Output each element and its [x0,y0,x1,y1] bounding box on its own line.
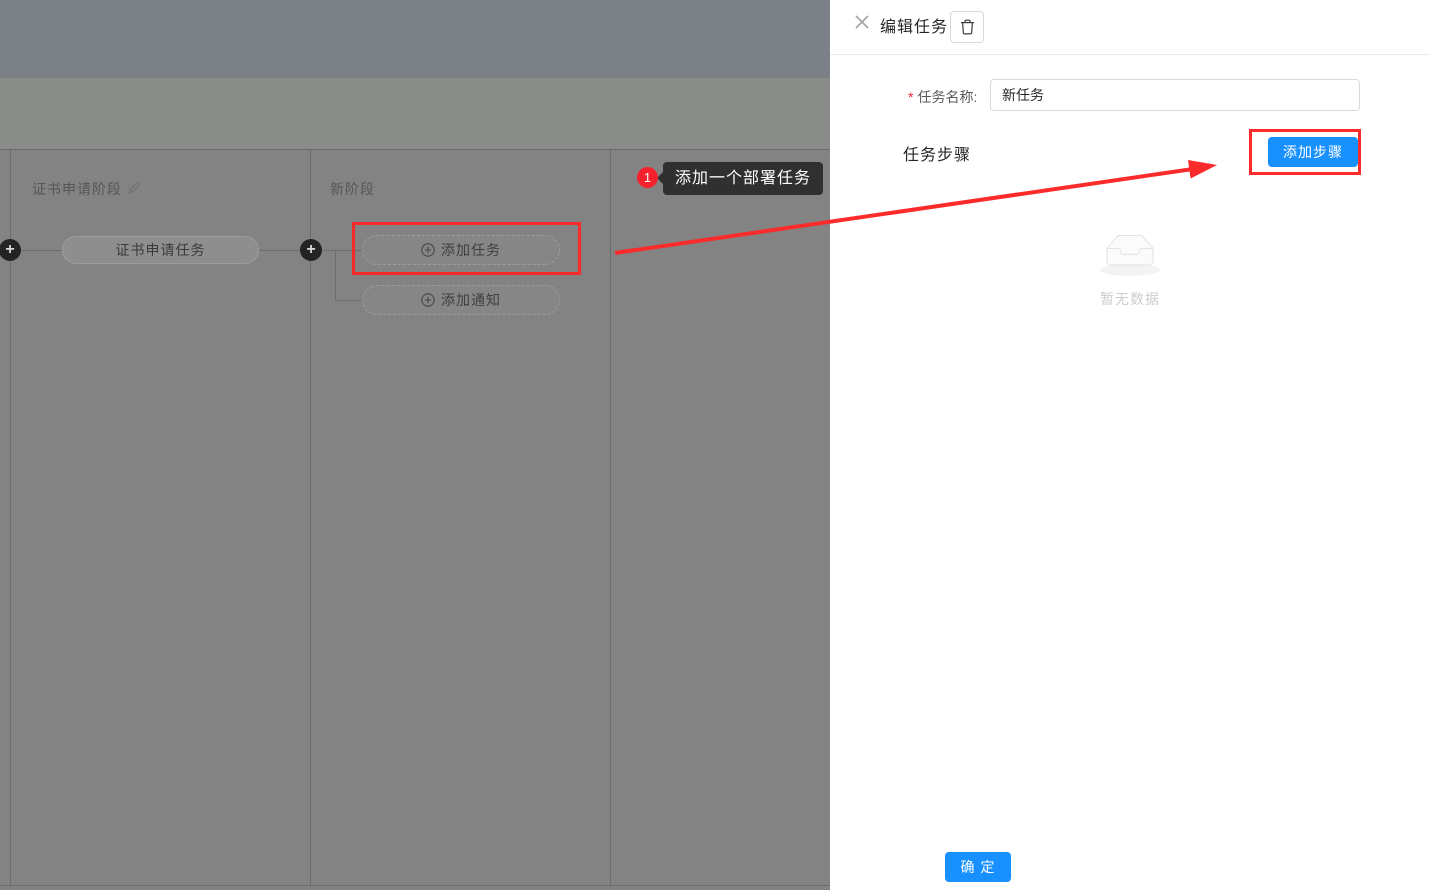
circle-plus-icon [421,293,435,307]
guide-highlight-add-task [352,222,581,275]
guide-tooltip-text: 添加一个部署任务 [675,170,811,187]
plus-icon: + [5,242,14,258]
empty-text: 暂无数据 [830,289,1430,309]
add-stage-button[interactable]: + [0,239,21,261]
stage-name: 证书申请阶段 [32,179,122,199]
pipeline-connector [335,300,362,301]
trash-icon [960,19,975,35]
dimmed-toolbar [0,78,830,149]
empty-box-icon [1098,228,1162,278]
add-notice-button[interactable]: 添加通知 [362,285,560,315]
delete-task-button[interactable] [950,11,984,43]
stage-column-border [610,149,611,887]
empty-state: 暂无数据 [830,228,1430,309]
dimmed-app-header [0,0,830,78]
task-steps-section-label: 任务步骤 [903,141,971,165]
page: 证书申请阶段 证书申请任务 新阶段 添加任务 [0,0,1430,890]
task-name-label: *任务名称: [908,87,977,107]
edit-pencil-icon[interactable] [128,181,141,197]
stage-name: 新阶段 [330,179,375,199]
close-icon[interactable] [854,14,872,32]
pipeline-workspace: 证书申请阶段 证书申请任务 新阶段 添加任务 [0,0,830,890]
stage-title-1: 证书申请阶段 [32,179,141,199]
required-mark: * [908,89,913,105]
guide-highlight-add-step [1249,129,1361,175]
confirm-button[interactable]: 确 定 [945,852,1011,882]
add-stage-button[interactable]: + [300,239,322,261]
tooltip-caret [657,171,664,185]
task-node-certificate[interactable]: 证书申请任务 [62,236,259,264]
guide-step-badge: 1 [637,167,658,188]
task-name-input[interactable] [990,79,1360,111]
guide-tooltip: 添加一个部署任务 [663,162,823,195]
drawer-title: 编辑任务 [880,13,948,37]
stage-title-2: 新阶段 [330,179,375,199]
plus-icon: + [306,242,315,258]
pipeline-connector-elbow [335,250,336,300]
add-notice-label: 添加通知 [441,290,501,310]
drawer-header: 编辑任务 [830,0,1430,55]
task-node-label: 证书申请任务 [116,240,206,260]
